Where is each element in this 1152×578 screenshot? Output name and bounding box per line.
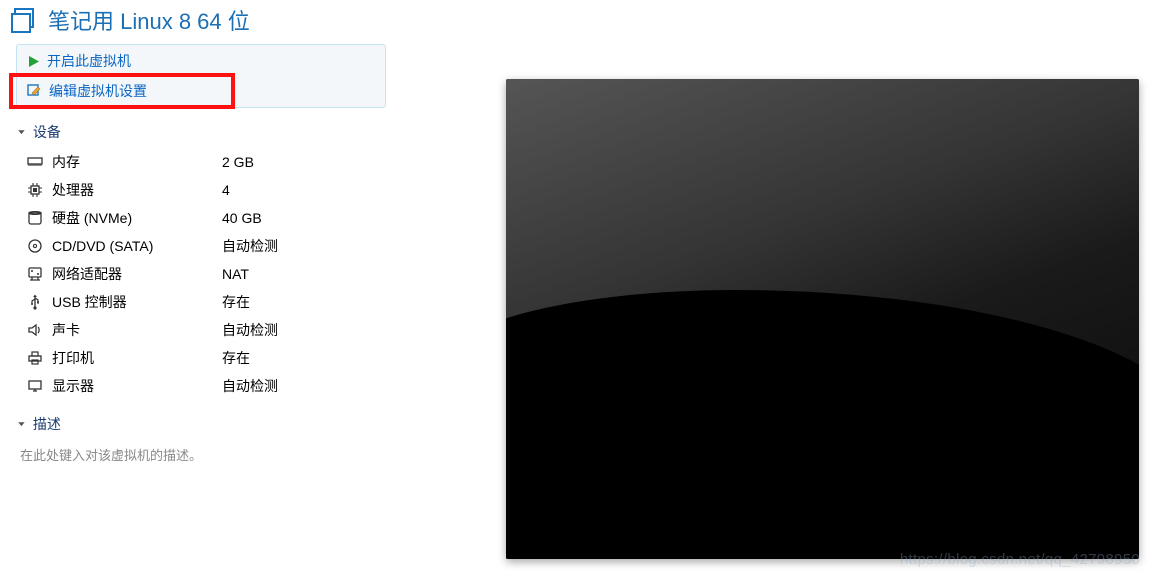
device-row-disk[interactable]: 硬盘 (NVMe)40 GB: [16, 204, 386, 232]
chevron-down-icon: ▼: [16, 128, 27, 135]
disk-icon: [24, 210, 46, 226]
device-row-cpu[interactable]: 处理器4: [16, 176, 386, 204]
vm-tab-icon: [10, 6, 38, 34]
display-icon: [24, 378, 46, 394]
description-section-title: 描述: [33, 414, 61, 434]
devices-section-header[interactable]: ▼ 设备: [16, 122, 386, 142]
description-input[interactable]: 在此处键入对该虚拟机的描述。: [16, 440, 386, 469]
network-icon: [24, 266, 46, 282]
play-icon: [27, 55, 40, 68]
devices-section-title: 设备: [33, 122, 61, 142]
printer-icon: [24, 350, 46, 366]
cpu-icon: [24, 182, 46, 198]
device-row-network[interactable]: 网络适配器NAT: [16, 260, 386, 288]
device-label: 硬盘 (NVMe): [52, 208, 222, 228]
chevron-down-icon: ▼: [16, 420, 27, 427]
power-on-label: 开启此虚拟机: [47, 51, 131, 71]
cd-icon: [24, 238, 46, 254]
device-label: 声卡: [52, 320, 222, 340]
device-label: 网络适配器: [52, 264, 222, 284]
memory-icon: [24, 154, 46, 170]
vm-preview: [506, 79, 1139, 559]
edit-icon: [27, 84, 42, 99]
edit-settings-label: 编辑虚拟机设置: [49, 81, 147, 101]
edit-settings-highlight: 编辑虚拟机设置: [12, 76, 232, 106]
usb-icon: [24, 294, 46, 310]
device-value: 2 GB: [222, 154, 254, 170]
device-value: 存在: [222, 348, 250, 368]
device-row-usb[interactable]: USB 控制器存在: [16, 288, 386, 316]
device-value: 自动检测: [222, 320, 278, 340]
power-on-vm-button[interactable]: 开启此虚拟机: [17, 46, 385, 76]
device-label: USB 控制器: [52, 292, 222, 312]
vm-title: 笔记用 Linux 8 64 位: [48, 4, 250, 36]
device-label: CD/DVD (SATA): [52, 238, 222, 254]
device-value: 自动检测: [222, 376, 278, 396]
edit-vm-settings-button[interactable]: 编辑虚拟机设置: [17, 76, 232, 106]
device-row-display[interactable]: 显示器自动检测: [16, 372, 386, 400]
actions-panel: 开启此虚拟机 编辑虚拟机设置: [16, 44, 386, 108]
device-value: 自动检测: [222, 236, 278, 256]
sound-icon: [24, 322, 46, 338]
device-label: 内存: [52, 152, 222, 172]
device-label: 显示器: [52, 376, 222, 396]
device-value: 存在: [222, 292, 250, 312]
device-value: NAT: [222, 266, 249, 282]
device-value: 4: [222, 182, 230, 198]
description-section-header[interactable]: ▼ 描述: [16, 414, 386, 434]
device-value: 40 GB: [222, 210, 262, 226]
device-row-cd[interactable]: CD/DVD (SATA)自动检测: [16, 232, 386, 260]
devices-list: 内存2 GB处理器4硬盘 (NVMe)40 GBCD/DVD (SATA)自动检…: [16, 148, 386, 400]
device-row-sound[interactable]: 声卡自动检测: [16, 316, 386, 344]
preview-wave: [506, 290, 1139, 559]
device-row-printer[interactable]: 打印机存在: [16, 344, 386, 372]
device-row-memory[interactable]: 内存2 GB: [16, 148, 386, 176]
device-label: 处理器: [52, 180, 222, 200]
device-label: 打印机: [52, 348, 222, 368]
